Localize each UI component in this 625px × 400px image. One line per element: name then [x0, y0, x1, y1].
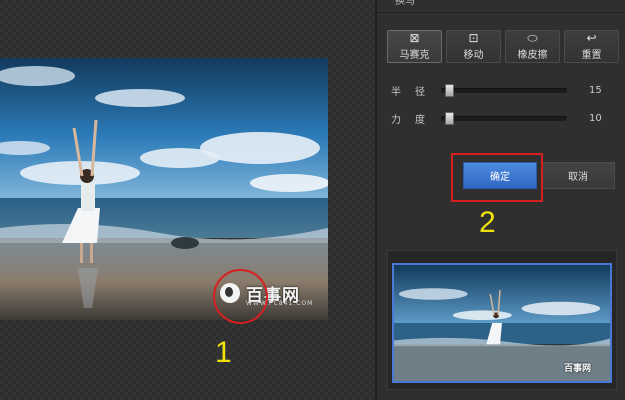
eraser-tool-button[interactable]: ⬭ 橡皮擦 — [505, 30, 560, 63]
reset-tool-button[interactable]: ↩ 重置 — [564, 30, 619, 63]
cancel-button[interactable]: 取消 — [541, 162, 615, 189]
radius-slider-handle[interactable] — [445, 83, 454, 97]
tool-bar: ⊠ 马赛克 ⊡ 移动 ⬭ 橡皮擦 ↩ 重置 — [387, 30, 619, 63]
reset-tool-label: 重置 — [581, 50, 602, 61]
preview-thumbnail[interactable]: 百事网 — [392, 263, 612, 383]
title-divider — [377, 12, 625, 13]
image-canvas[interactable]: 百事网 WWW.PC841.COM 1 — [0, 0, 375, 400]
strength-slider-track[interactable] — [441, 111, 567, 125]
mosaic-panel: 换马 ⊠ 马赛克 ⊡ 移动 ⬭ 橡皮擦 ↩ 重置 半径 15 力度 10 确定 … — [377, 0, 625, 400]
reset-icon: ↩ — [586, 31, 597, 45]
annotation-circle — [213, 269, 268, 324]
mosaic-icon: ⊠ — [409, 31, 420, 45]
annotation-step-1: 1 — [215, 336, 232, 369]
strength-slider-handle[interactable] — [445, 111, 454, 125]
panel-title: 换马 — [395, 0, 415, 7]
move-icon: ⊡ — [468, 31, 479, 45]
strength-slider-row: 力度 10 — [391, 111, 619, 126]
move-tool-button[interactable]: ⊡ 移动 — [446, 30, 501, 63]
radius-slider-row: 半径 15 — [391, 83, 619, 98]
radius-slider-track[interactable] — [441, 83, 567, 97]
annotation-rectangle — [451, 153, 543, 202]
mosaic-tool-button[interactable]: ⊠ 马赛克 — [387, 30, 442, 63]
eraser-tool-label: 橡皮擦 — [517, 50, 548, 61]
thumbnail-watermark: 百事网 — [564, 364, 592, 374]
eraser-icon: ⬭ — [527, 31, 538, 45]
move-tool-label: 移动 — [463, 50, 484, 61]
mosaic-tool-label: 马赛克 — [399, 50, 430, 61]
strength-value: 10 — [589, 112, 602, 124]
annotation-step-2: 2 — [479, 206, 496, 239]
strength-label: 力度 — [391, 114, 439, 126]
radius-value: 15 — [589, 84, 602, 96]
radius-label: 半径 — [391, 86, 439, 98]
